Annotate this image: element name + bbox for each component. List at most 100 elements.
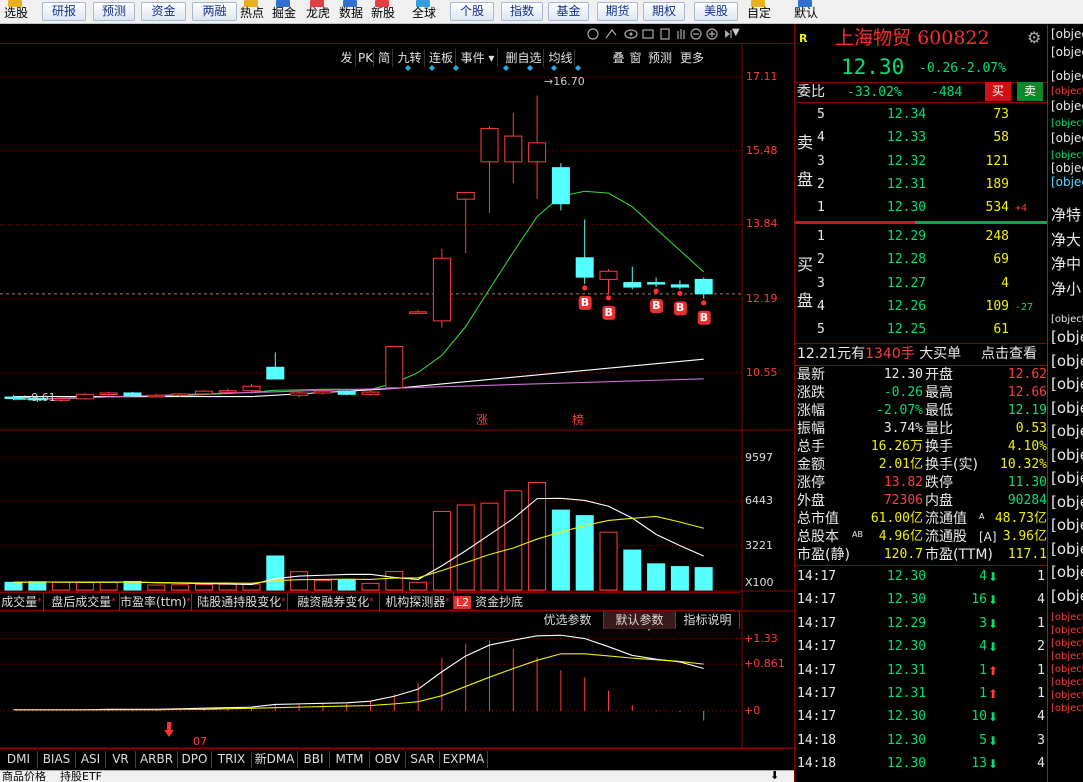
- candle-25[interactable]: [599, 270, 618, 280]
- volume-bar-15[interactable]: [361, 582, 380, 591]
- toolbar-button-8[interactable]: 期权: [643, 2, 685, 21]
- sector-item[interactable]: [object Object]: [1051, 517, 1083, 534]
- sector-item[interactable]: [object Object]: [1051, 376, 1083, 393]
- toolbar-link-4[interactable]: 数据: [339, 6, 363, 20]
- toolbar-link-7[interactable]: 自定: [747, 6, 771, 20]
- toolbar-link-0[interactable]: 选股: [4, 6, 28, 20]
- volume-bar-2[interactable]: [52, 581, 71, 591]
- candle-26[interactable]: [623, 282, 642, 288]
- sub-tab-0[interactable]: 成交量*: [0, 593, 44, 611]
- sub-tab-4[interactable]: 融资融券变化*: [292, 593, 380, 611]
- indicator-tab-BIAS[interactable]: BIAS: [38, 751, 76, 768]
- volume-bar-21[interactable]: [504, 490, 523, 591]
- volume-bar-19[interactable]: [456, 504, 475, 591]
- param-tab-1[interactable]: 默认参数: [604, 611, 676, 629]
- candle-15[interactable]: [361, 391, 380, 395]
- chart-tool-icons[interactable]: [586, 27, 736, 41]
- candle-3[interactable]: [75, 393, 94, 400]
- volume-bar-26[interactable]: [623, 549, 642, 591]
- candle-8[interactable]: [194, 390, 213, 395]
- sector-item[interactable]: [object Object]: [1051, 446, 1083, 464]
- sell_orders-price[interactable]: 12.32: [887, 154, 926, 170]
- toolbar-link-6[interactable]: 全球: [412, 6, 436, 20]
- event-diamond-icon[interactable]: [527, 65, 533, 71]
- candle-12[interactable]: [290, 392, 309, 396]
- sector-item[interactable]: [object Object]: [1051, 493, 1083, 511]
- buy_orders-price[interactable]: 12.29: [887, 229, 926, 245]
- candle-21[interactable]: [504, 135, 523, 163]
- sub-tab-3[interactable]: 陆股通持股变化*: [196, 593, 288, 611]
- volume-bar-20[interactable]: [480, 502, 499, 591]
- sector-item[interactable]: [object Object]: [1051, 676, 1083, 690]
- sector-item[interactable]: [object Object]: [1051, 663, 1083, 677]
- bottom-tab-0[interactable]: 商品价格: [2, 771, 46, 782]
- sector-item[interactable]: [object Object]: [1051, 423, 1083, 440]
- sub-tab-6[interactable]: L2 资金抄底: [454, 593, 526, 611]
- toolbar-link-2[interactable]: 掘金: [272, 6, 296, 20]
- toolbar-button-1[interactable]: 预测: [93, 2, 135, 21]
- scroll-down-icon[interactable]: ⬇: [770, 770, 779, 782]
- toolbar-link-8[interactable]: 默认: [794, 6, 818, 20]
- volume-bar-29[interactable]: [694, 567, 713, 591]
- sector-item[interactable]: [object Object]: [1051, 352, 1083, 370]
- volume-bar-25[interactable]: [599, 531, 618, 591]
- indicator-tab-ARBR[interactable]: ARBR: [136, 751, 178, 768]
- event-diamond-icon[interactable]: [453, 65, 459, 71]
- volume-bar-23[interactable]: [551, 509, 570, 591]
- volume-bar-18[interactable]: [432, 510, 451, 591]
- toolbar-button-9[interactable]: 美股: [694, 2, 738, 21]
- big-order-link[interactable]: 点击查看: [981, 346, 1037, 362]
- sell_orders-price[interactable]: 12.31: [887, 177, 926, 193]
- indicator-tab-VR[interactable]: VR: [106, 751, 136, 768]
- volume-bar-13[interactable]: [313, 579, 332, 591]
- toolbar-button-7[interactable]: 期货: [597, 2, 638, 21]
- candle-22[interactable]: [528, 142, 547, 163]
- buy_orders-price[interactable]: 12.28: [887, 252, 926, 268]
- candle-5[interactable]: [123, 392, 142, 397]
- sector-item[interactable]: [object Object]: [1051, 702, 1083, 716]
- toolbar-button-0[interactable]: 研报: [42, 2, 86, 21]
- sector-item[interactable]: [object Object]: [1051, 313, 1083, 327]
- event-diamond-icon[interactable]: [575, 65, 581, 71]
- buy_orders-price[interactable]: 12.27: [887, 276, 926, 292]
- indicator-tab-DPO[interactable]: DPO: [178, 751, 212, 768]
- sub-tab-2[interactable]: 市盈率(ttm)*: [120, 593, 192, 611]
- indicator-tab-新DMA[interactable]: 新DMA: [252, 751, 298, 768]
- sell_orders-price[interactable]: 12.33: [887, 130, 926, 146]
- volume-bar-6[interactable]: [147, 584, 166, 591]
- indicator-tab-SAR[interactable]: SAR: [406, 751, 440, 768]
- event-diamond-icon[interactable]: [405, 65, 411, 71]
- candle-7[interactable]: [171, 393, 190, 396]
- candle-14[interactable]: [337, 390, 356, 395]
- candle-29[interactable]: [694, 278, 713, 295]
- volume-bar-9[interactable]: [218, 583, 237, 591]
- candle-27[interactable]: [647, 282, 666, 285]
- sell_orders-price[interactable]: 12.34: [887, 107, 926, 123]
- sector-item[interactable]: [object Object]: [1051, 470, 1083, 487]
- settings-gear-icon[interactable]: ⚙: [1027, 28, 1041, 47]
- sector-item[interactable]: [object Object]: [1051, 399, 1083, 417]
- event-diamond-icon[interactable]: [503, 65, 509, 71]
- param-tab-0[interactable]: 优选参数: [532, 611, 604, 629]
- ranking-marker[interactable]: 榜: [572, 414, 584, 426]
- indicator-tab-MTM[interactable]: MTM: [330, 751, 370, 768]
- candle-16[interactable]: [385, 346, 404, 389]
- volume-bar-1[interactable]: [28, 581, 47, 591]
- sell_orders-price[interactable]: 12.30: [887, 200, 926, 216]
- indicator-tab-ASI[interactable]: ASI: [76, 751, 106, 768]
- toolbar-link-5[interactable]: 新股: [371, 6, 395, 20]
- volume-bar-17[interactable]: [409, 581, 428, 591]
- toolbar-button-5[interactable]: 指数: [501, 2, 543, 21]
- candle-17[interactable]: [409, 311, 428, 314]
- candle-4[interactable]: [99, 392, 118, 395]
- sector-item[interactable]: [object Object]: [1051, 587, 1083, 605]
- volume-bar-14[interactable]: [337, 579, 356, 591]
- volume-bar-3[interactable]: [75, 582, 94, 591]
- volume-bar-27[interactable]: [647, 563, 666, 591]
- volume-bar-11[interactable]: [266, 555, 285, 591]
- candle-18[interactable]: [432, 257, 451, 322]
- indicator-tab-BBI[interactable]: BBI: [298, 751, 330, 768]
- candle-19[interactable]: [456, 191, 475, 200]
- volume-bar-8[interactable]: [194, 583, 213, 591]
- indicator-tab-DMI[interactable]: DMI: [0, 751, 38, 768]
